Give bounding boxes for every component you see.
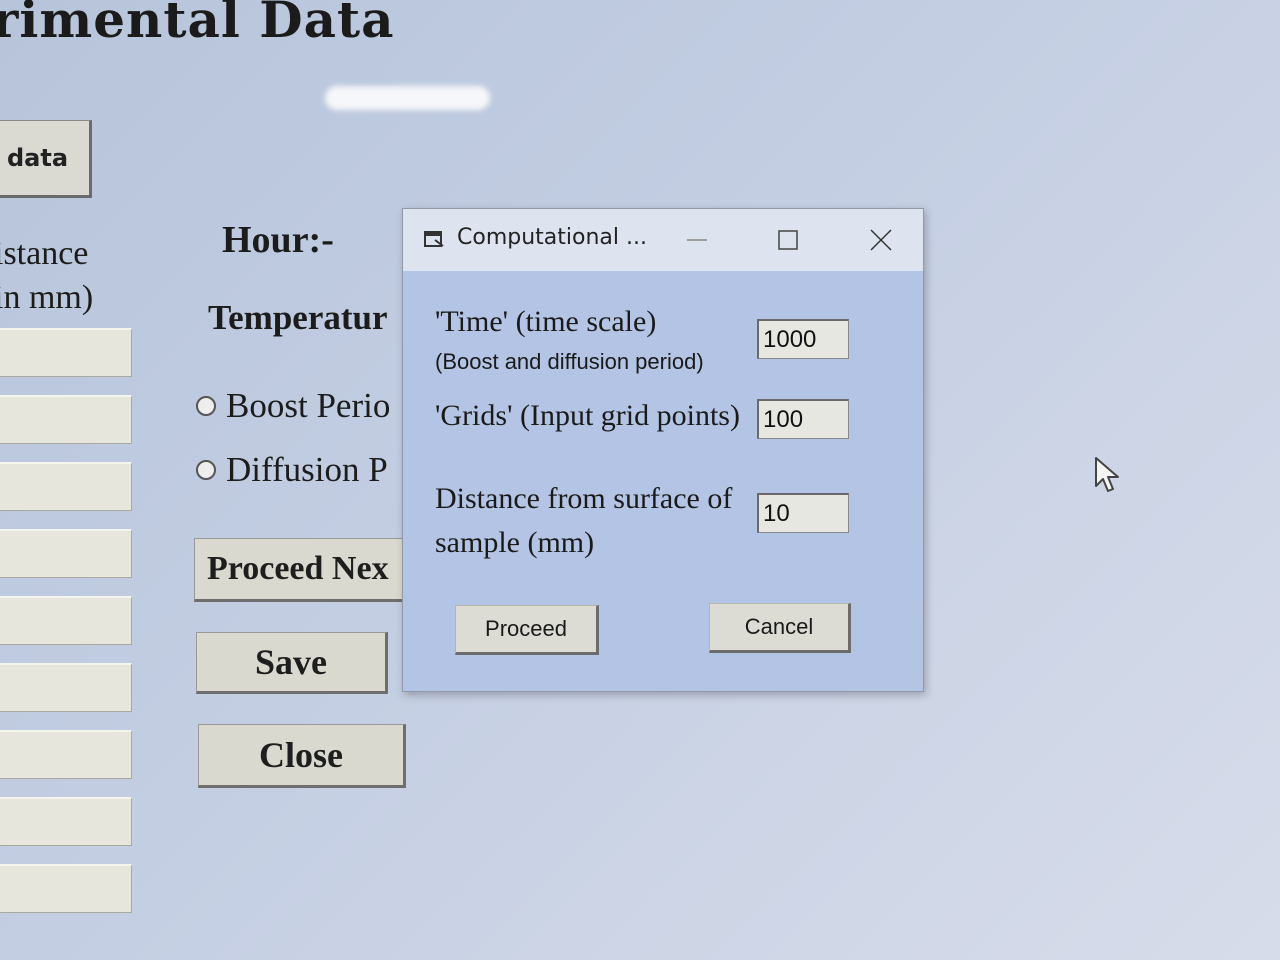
proceed-button[interactable]: Proceed — [455, 605, 599, 655]
grids-label: 'Grids' (Input grid points) — [435, 399, 740, 432]
mouse-cursor-icon — [1095, 457, 1119, 492]
grid-cell[interactable] — [0, 596, 132, 645]
minimize-button[interactable] — [677, 221, 717, 259]
close-icon — [870, 229, 892, 251]
grid-cell[interactable] — [0, 730, 132, 779]
window-title: rimental Data — [0, 0, 395, 49]
temperature-label: Temperatur — [208, 298, 388, 337]
grid-cell[interactable] — [0, 328, 132, 377]
hour-label: Hour:- — [222, 219, 334, 261]
grid-cell[interactable] — [0, 663, 132, 712]
save-button[interactable]: Save — [196, 632, 388, 694]
close-button[interactable]: Close — [198, 724, 406, 788]
grid-cell[interactable] — [0, 529, 132, 578]
radio-circle-icon[interactable] — [196, 460, 216, 480]
time-sublabel: (Boost and diffusion period) — [435, 349, 704, 374]
maximize-icon — [778, 230, 798, 250]
dialog-title: Computational ... — [457, 225, 647, 250]
maximize-button[interactable] — [768, 221, 808, 259]
radio-boost-period[interactable]: Boost Perio — [196, 386, 404, 426]
computational-dialog: Computational ... 'Time' (time scale) (B… — [402, 208, 924, 692]
grid-cell[interactable] — [0, 395, 132, 444]
grids-input[interactable] — [757, 399, 849, 439]
data-button[interactable]: data — [0, 120, 92, 198]
screen-glare — [325, 86, 490, 110]
distance-from-surface-label: Distance from surface of sample (mm) — [435, 482, 733, 559]
distance-label: istance in mm) — [0, 232, 93, 320]
app-icon — [424, 231, 444, 247]
distance-label-line1: istance — [0, 235, 89, 272]
cancel-button[interactable]: Cancel — [709, 603, 851, 653]
grid-cell[interactable] — [0, 864, 132, 913]
grid-cell[interactable] — [0, 462, 132, 511]
minimize-icon — [687, 239, 707, 241]
dialog-close-button[interactable] — [861, 221, 901, 259]
radio-diffusion-period[interactable]: Diffusion P — [196, 450, 404, 490]
proceed-next-button[interactable]: Proceed Nex — [194, 538, 406, 602]
data-grid-column — [0, 328, 140, 931]
radio-circle-icon[interactable] — [196, 396, 216, 416]
grid-cell[interactable] — [0, 797, 132, 846]
distance-label-line2: in mm) — [0, 279, 94, 316]
time-input[interactable] — [757, 319, 849, 359]
dialog-titlebar[interactable]: Computational ... — [403, 209, 923, 271]
radio-boost-label: Boost Perio — [226, 386, 391, 425]
radio-diffusion-label: Diffusion P — [226, 450, 388, 489]
distance-input[interactable] — [757, 493, 849, 533]
time-label: 'Time' (time scale) — [435, 305, 657, 338]
